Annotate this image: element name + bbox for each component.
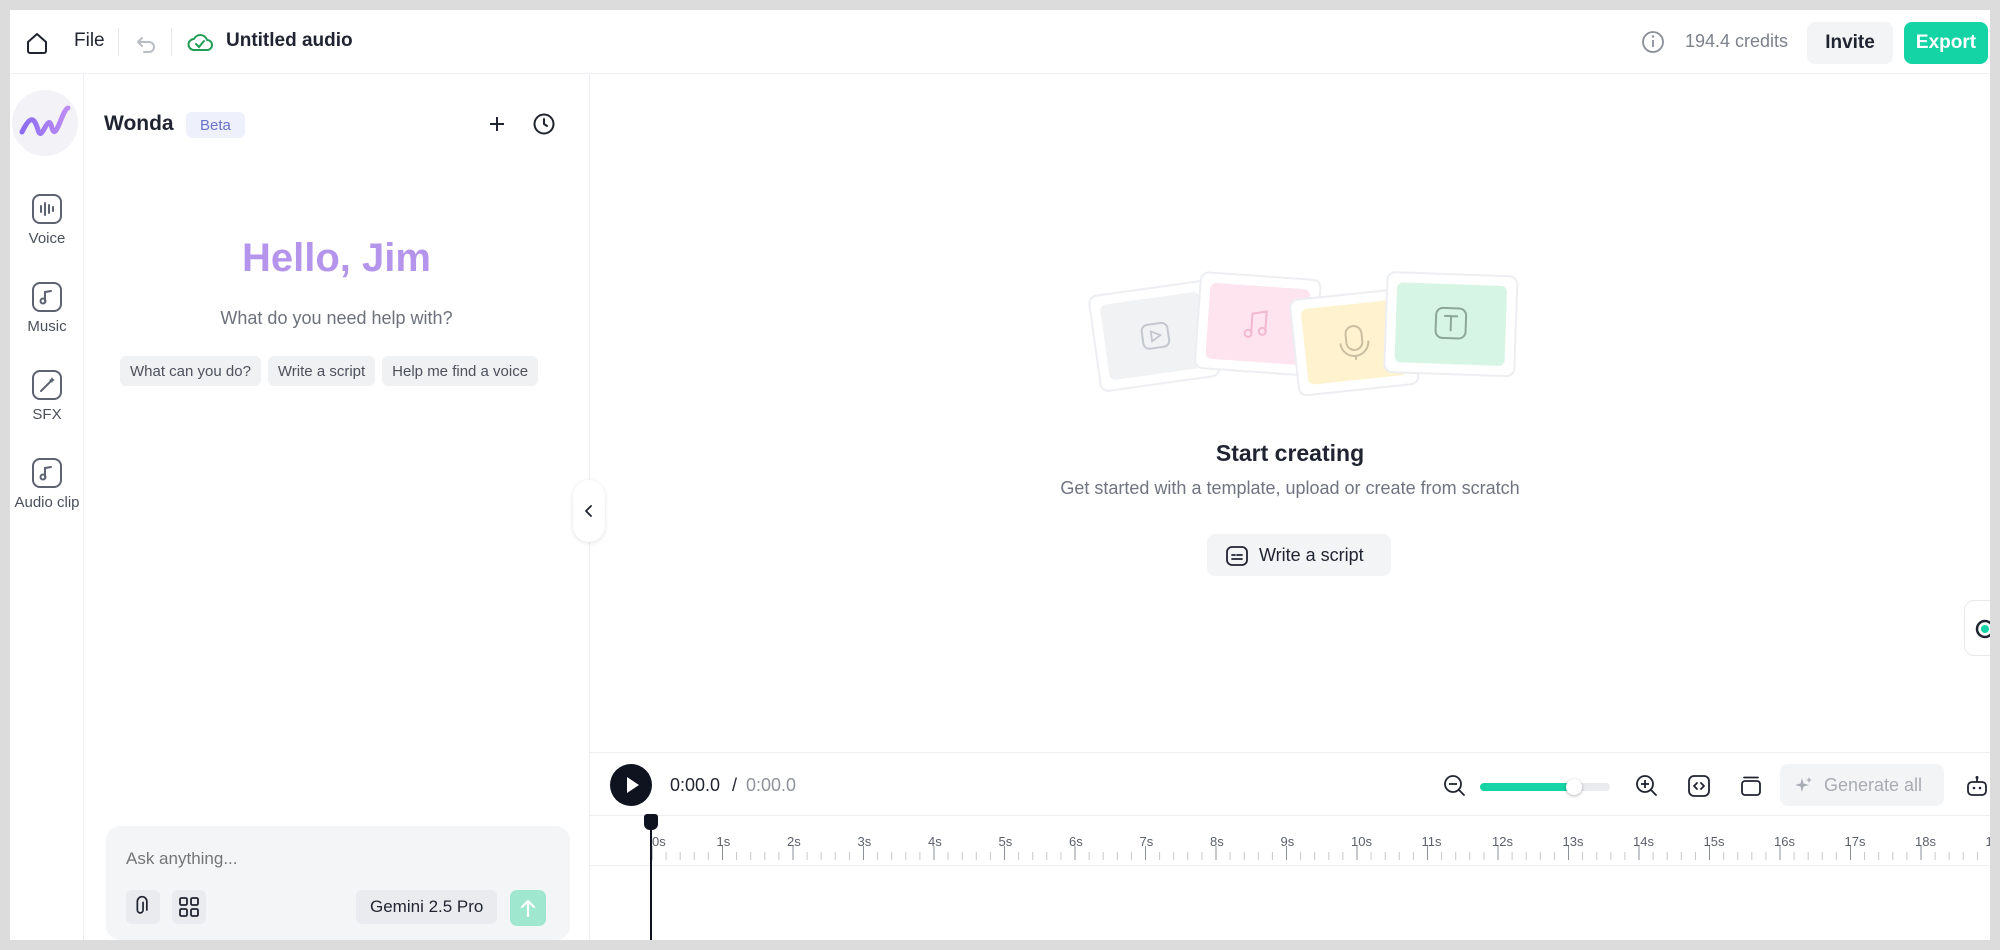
floating-side-tab[interactable] [1964, 600, 1990, 656]
chat-composer: Gemini 2.5 Pro [106, 826, 570, 940]
total-time: 0:00.0 [746, 775, 797, 795]
suggestion-chip[interactable]: Help me find a voice [382, 356, 539, 386]
ruler-label: 14s [1633, 834, 1654, 849]
templates-grid-icon[interactable] [172, 890, 206, 924]
ruler-label: 5s [998, 834, 1013, 849]
script-icon [1225, 544, 1249, 568]
ruler-label: 15s [1703, 834, 1725, 849]
zoom-slider-fill [1480, 783, 1574, 791]
zoom-slider[interactable] [1480, 779, 1610, 795]
music-note-icon [32, 282, 62, 312]
suggestion-chips: What can you do? Write a script Help me … [120, 356, 539, 386]
credits-balance: 194.4 credits [1685, 31, 1789, 51]
model-selector[interactable]: Gemini 2.5 Pro [356, 890, 498, 924]
layers-icon[interactable] [1738, 773, 1764, 799]
rail-item-label: Voice [28, 230, 66, 247]
top-bar: File Untitled audio 194.4 credits Invite… [10, 10, 1990, 74]
export-button[interactable]: Export [1904, 22, 1988, 64]
ruler-label: 19 [1985, 834, 1991, 849]
ruler-label: 11s [1421, 834, 1442, 849]
ruler-label: 9s [1280, 834, 1295, 849]
app-window: File Untitled audio 194.4 credits Invite… [10, 10, 1990, 940]
magic-wand-icon [32, 370, 62, 400]
undo-icon[interactable] [133, 30, 159, 56]
generate-all-button[interactable]: Generate all [1780, 764, 1944, 806]
rail-item-sfx[interactable]: SFX [10, 370, 84, 423]
assistant-panel: Wonda Beta Hello, Jim What do you need h… [84, 74, 590, 940]
robot-icon[interactable] [1964, 773, 1990, 799]
info-icon[interactable] [1640, 29, 1666, 55]
beta-badge: Beta [186, 112, 245, 138]
ruler-label: 0s [652, 834, 666, 849]
template-cards-illustration [1080, 270, 1530, 400]
ruler-label: 18s [1915, 834, 1936, 849]
ruler-label: 6s [1069, 834, 1083, 849]
generate-all-label: Generate all [1824, 775, 1923, 795]
zoom-slider-handle[interactable] [1566, 779, 1582, 795]
rail-item-music[interactable]: Music [10, 282, 84, 335]
waveform-icon [32, 194, 62, 224]
new-chat-plus-icon[interactable] [484, 111, 510, 137]
assistant-title: Wonda [104, 112, 174, 135]
ruler-label: 3s [857, 834, 872, 849]
ruler-label: 7s [1139, 834, 1154, 849]
file-menu[interactable]: File [74, 30, 105, 52]
rail-item-label: Audio clip [14, 494, 80, 511]
time-separator: / [732, 775, 738, 795]
wonda-logo[interactable] [12, 90, 78, 156]
write-script-label: Write a script [1259, 545, 1364, 565]
timeline-ruler[interactable]: 0s 1s 2s 3s 4s 5s 6s 7s 8s 9s 10s 11s 12s 13s 14s 15s 16… [590, 816, 1990, 866]
ruler-label: 4s [928, 834, 942, 849]
fit-timeline-icon[interactable] [1686, 773, 1712, 799]
greeting: Hello, Jim [242, 236, 431, 280]
editor-canvas: Start creating Get started with a templa… [590, 74, 1990, 752]
playback-bar: 0:00.0 / 0:00.0 Generate all [590, 752, 1990, 816]
empty-state-title: Start creating [1215, 440, 1365, 466]
rail-item-voice[interactable]: Voice [10, 194, 84, 247]
project-title[interactable]: Untitled audio [226, 30, 353, 52]
chat-input[interactable] [126, 846, 546, 872]
current-time: 0:00.0 [670, 775, 721, 795]
ruler-label: 8s [1210, 834, 1224, 849]
invite-button[interactable]: Invite [1807, 22, 1893, 64]
ruler-label: 17s [1844, 834, 1866, 849]
rail-item-audio-clip[interactable]: Audio clip [10, 458, 84, 511]
write-script-button[interactable]: Write a script [1207, 534, 1391, 576]
rail-item-label: SFX [32, 406, 62, 423]
ruler-label: 1s [716, 834, 731, 849]
suggestion-chip[interactable]: Write a script [267, 356, 376, 386]
playhead-handle[interactable] [644, 814, 658, 830]
ruler-label: 10s [1351, 834, 1372, 849]
ruler-label: 2s [787, 834, 801, 849]
suggestion-chip[interactable]: What can you do? [120, 356, 261, 386]
ruler-label: 16s [1774, 834, 1795, 849]
left-rail: Voice Music SFX Audio clip [10, 74, 84, 940]
home-icon[interactable] [24, 30, 50, 56]
ruler-label: 13s [1562, 834, 1584, 849]
zoom-in-icon[interactable] [1634, 773, 1660, 799]
empty-state-subtitle: Get started with a template, upload or c… [1060, 478, 1520, 498]
divider [171, 28, 172, 56]
attach-icon[interactable] [126, 890, 160, 924]
sparkle-icon [1794, 775, 1814, 795]
send-arrow-icon[interactable] [510, 890, 546, 926]
ruler-label: 12s [1492, 834, 1513, 849]
cloud-saved-icon [186, 30, 214, 56]
zoom-out-icon[interactable] [1442, 773, 1468, 799]
play-icon[interactable] [610, 764, 652, 806]
playhead[interactable] [650, 826, 652, 940]
help-prompt: What do you need help with? [220, 308, 453, 328]
rail-item-label: Music [27, 318, 67, 335]
divider [118, 28, 119, 56]
history-clock-icon[interactable] [531, 111, 557, 137]
music-note-icon [32, 458, 62, 488]
